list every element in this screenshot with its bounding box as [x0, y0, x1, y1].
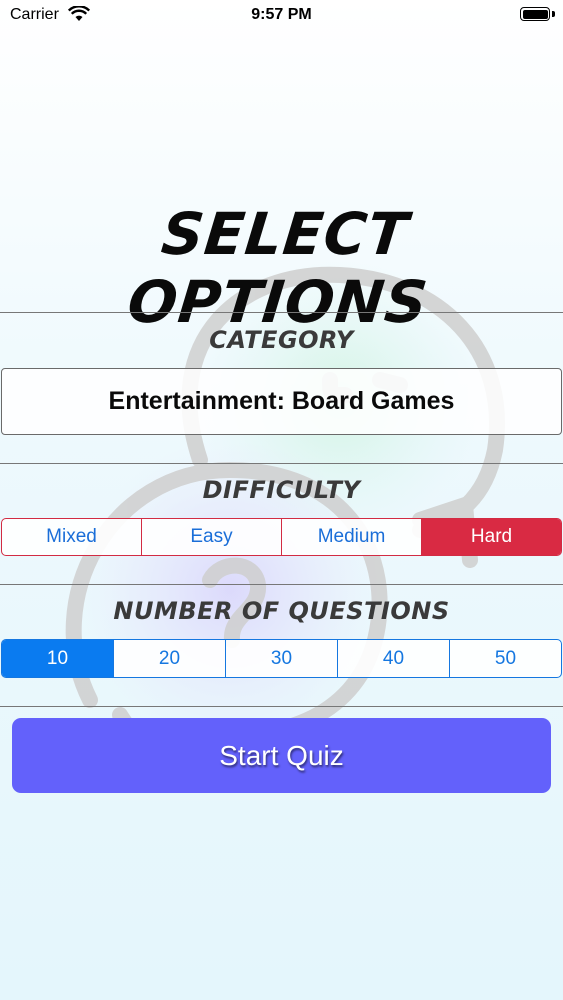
difficulty-option-medium[interactable]: Medium [281, 519, 421, 555]
start-quiz-button[interactable]: Start Quiz [12, 718, 551, 793]
category-label: CATEGORY [209, 326, 354, 354]
questions-option-30[interactable]: 30 [225, 640, 337, 677]
status-time: 9:57 PM [251, 6, 312, 23]
battery-icon [520, 7, 550, 21]
questions-option-20[interactable]: 20 [113, 640, 225, 677]
battery-level [522, 9, 548, 19]
difficulty-segmented-control: Mixed Easy Medium Hard [1, 518, 562, 556]
difficulty-label: DIFFICULTY [202, 476, 361, 504]
status-bar: Carrier 9:57 PM [0, 0, 563, 30]
difficulty-option-easy[interactable]: Easy [141, 519, 281, 555]
difficulty-option-hard[interactable]: Hard [421, 519, 561, 555]
difficulty-option-mixed[interactable]: Mixed [2, 519, 141, 555]
divider [0, 584, 563, 585]
questions-segmented-control: 10 20 30 40 50 [1, 639, 562, 678]
questions-option-40[interactable]: 40 [337, 640, 449, 677]
battery-tip [552, 11, 555, 17]
divider [0, 312, 563, 313]
options-screen: SELECT OPTIONS CATEGORY Entertainment: B… [0, 0, 563, 1000]
category-picker[interactable]: Entertainment: Board Games [1, 368, 562, 435]
page-title: SELECT OPTIONS [124, 200, 432, 336]
category-value: Entertainment: Board Games [108, 387, 455, 415]
questions-option-10[interactable]: 10 [2, 640, 113, 677]
questions-label: NUMBER OF QUESTIONS [113, 597, 450, 625]
divider [0, 463, 563, 464]
divider [0, 706, 563, 707]
questions-option-50[interactable]: 50 [449, 640, 561, 677]
